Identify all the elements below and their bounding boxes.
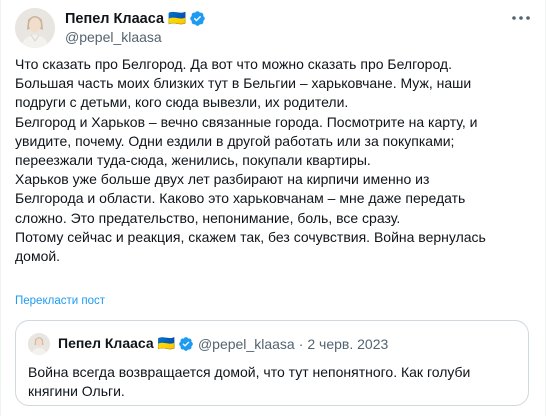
tweet-text: Что сказать про Белгород. Да вот что мож… — [15, 55, 530, 266]
author-handle[interactable]: @pepel_klaasa — [65, 29, 162, 45]
quoted-avatar[interactable] — [28, 333, 50, 355]
quoted-display-name[interactable]: Пепел Клааса 🇺🇦 — [58, 335, 175, 352]
tweet-text-line: сложно. Это предательство, непонимание, … — [15, 209, 401, 226]
avatar[interactable] — [15, 8, 55, 48]
quoted-date[interactable]: 2 черв. 2023 — [307, 336, 388, 352]
quoted-header: Пепел Клааса 🇺🇦 @pepel_klaasa · 2 черв. … — [58, 335, 388, 352]
author-display-name[interactable]: Пепел Клааса 🇺🇦 — [65, 10, 186, 27]
quoted-handle[interactable]: @pepel_klaasa — [198, 336, 295, 352]
separator-dot: · — [298, 335, 304, 352]
verified-badge-icon — [178, 336, 194, 352]
tweet-text-line: Харьков уже больше двух лет разбирают на… — [15, 171, 430, 188]
quoted-tweet[interactable]: Пепел Клааса 🇺🇦 @pepel_klaasa · 2 черв. … — [15, 320, 529, 406]
tweet-text-line: Что сказать про Белгород. Да вот что мож… — [15, 56, 452, 72]
tweet-text-line: Потому сейчас и реакция, скажем так, без… — [15, 228, 486, 245]
tweet-text-line: увидите, почему. Одни ездили в другой ра… — [15, 132, 455, 149]
avatar-photo-icon — [15, 8, 55, 48]
more-options-button[interactable] — [509, 8, 533, 28]
tweet-text-line: Белгород и Харьков – вечно связанные гор… — [15, 113, 478, 130]
tweet-card: Пепел Клааса 🇺🇦 @pepel_klaasa Что сказат… — [0, 0, 546, 416]
tweet-text-line: Белгорода и области. Каково это харьковч… — [15, 190, 466, 207]
tweet-text-line: Большая часть моих близких тут в Бельгии… — [15, 75, 472, 92]
quoted-text-line: княгини Ольги. — [28, 383, 125, 399]
tweet-text-line: переезжали туда-сюда, женились, покупали… — [15, 152, 371, 169]
avatar-photo-icon — [28, 333, 50, 355]
more-dots-icon — [512, 16, 530, 20]
author-name-row[interactable]: Пепел Клааса 🇺🇦 — [65, 9, 206, 27]
translate-post-link[interactable]: Перекласти пост — [15, 295, 105, 307]
quoted-text-line: Война всегда возвращается домой, что тут… — [28, 364, 471, 380]
tweet-text-line: подруги с детьми, кого сюда вывезли, их … — [15, 94, 349, 111]
quoted-text: Война всегда возвращается домой, что тут… — [28, 363, 518, 401]
verified-badge-icon — [189, 10, 206, 27]
tweet-text-line: домой. — [15, 248, 61, 265]
